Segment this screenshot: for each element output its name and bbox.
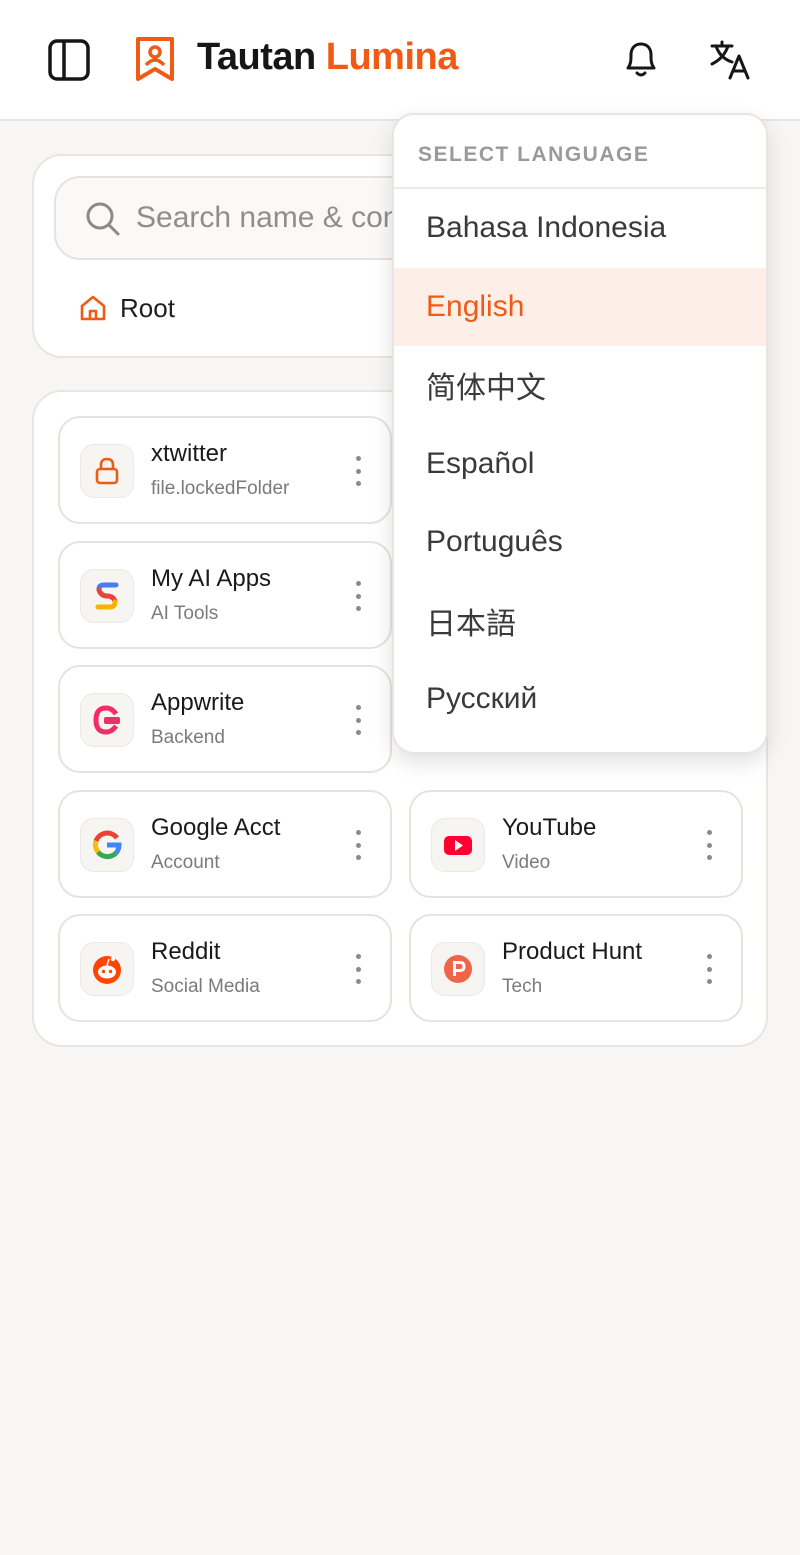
sidebar-toggle-icon	[48, 39, 90, 81]
bookmark-logo-icon	[136, 37, 174, 81]
language-option-espanol[interactable]: Español	[394, 425, 766, 504]
language-option-japanese[interactable]: 日本語	[394, 582, 766, 661]
breadcrumb-root[interactable]: Root	[78, 288, 175, 328]
google-g-icon	[92, 830, 122, 860]
more-options-icon[interactable]	[703, 830, 715, 860]
translate-icon	[710, 40, 750, 80]
language-option-bahasa-indonesia[interactable]: Bahasa Indonesia	[394, 189, 766, 268]
card-icon-tile	[431, 818, 485, 872]
card-subtitle: Social Media	[151, 976, 260, 997]
link-card-xtwitter[interactable]: xtwitter file.lockedFolder	[58, 416, 392, 524]
more-options-icon[interactable]	[352, 954, 364, 984]
youtube-icon	[444, 836, 472, 855]
sidebar-toggle-button[interactable]	[46, 37, 92, 83]
link-card-youtube[interactable]: YouTube Video	[409, 790, 743, 898]
breadcrumb-root-label: Root	[120, 292, 175, 323]
brand-title: Tautan Lumina	[197, 36, 458, 79]
language-dropdown-title: SELECT LANGUAGE	[394, 115, 766, 189]
brand-name-accent: Lumina	[325, 36, 459, 78]
product-hunt-icon	[444, 955, 472, 983]
home-icon	[80, 295, 106, 321]
more-options-icon[interactable]	[352, 830, 364, 860]
link-card-appwrite[interactable]: Appwrite Backend	[58, 665, 392, 773]
language-button[interactable]	[708, 38, 754, 84]
card-icon-tile	[80, 693, 134, 747]
card-icon-tile	[80, 444, 134, 498]
language-option-russian[interactable]: Русский	[394, 660, 766, 739]
card-subtitle: Tech	[502, 976, 543, 997]
card-title: Google Acct	[151, 814, 281, 841]
language-dropdown: SELECT LANGUAGE Bahasa Indonesia English…	[392, 113, 768, 754]
card-subtitle: AI Tools	[151, 603, 219, 624]
link-card-my-ai-apps[interactable]: My AI Apps AI Tools	[58, 541, 392, 649]
lock-icon	[95, 457, 119, 485]
search-icon	[86, 202, 120, 236]
bell-icon	[626, 42, 656, 77]
card-subtitle: Backend	[151, 727, 225, 748]
link-card-google-acct[interactable]: Google Acct Account	[58, 790, 392, 898]
card-title: YouTube	[502, 814, 597, 841]
card-title: Reddit	[151, 938, 221, 965]
brand-name-primary: Tautan	[197, 36, 316, 78]
more-options-icon[interactable]	[703, 954, 715, 984]
link-card-reddit[interactable]: Reddit Social Media	[58, 914, 392, 1022]
appwrite-icon	[93, 705, 120, 735]
card-subtitle: Account	[151, 852, 220, 873]
card-title: Appwrite	[151, 689, 245, 716]
more-options-icon[interactable]	[352, 705, 364, 735]
gemini-colorful-icon	[95, 582, 119, 610]
card-icon-tile	[431, 942, 485, 996]
card-title: Product Hunt	[502, 938, 643, 965]
language-option-english[interactable]: English	[394, 267, 766, 346]
card-icon-tile	[80, 942, 134, 996]
card-title: xtwitter	[151, 440, 228, 467]
card-subtitle: Video	[502, 852, 551, 873]
link-card-product-hunt[interactable]: Product Hunt Tech	[409, 914, 743, 1022]
language-option-portugues[interactable]: Português	[394, 503, 766, 582]
card-icon-tile	[80, 818, 134, 872]
app-header: Tautan Lumina	[0, 0, 800, 121]
more-options-icon[interactable]	[352, 581, 364, 611]
card-title: My AI Apps	[151, 565, 272, 592]
notifications-button[interactable]	[618, 36, 664, 82]
language-option-chinese-simplified[interactable]: 简体中文	[394, 346, 766, 425]
more-options-icon[interactable]	[352, 456, 364, 486]
reddit-icon	[93, 956, 121, 984]
card-subtitle: file.lockedFolder	[151, 478, 290, 499]
card-icon-tile	[80, 569, 134, 623]
